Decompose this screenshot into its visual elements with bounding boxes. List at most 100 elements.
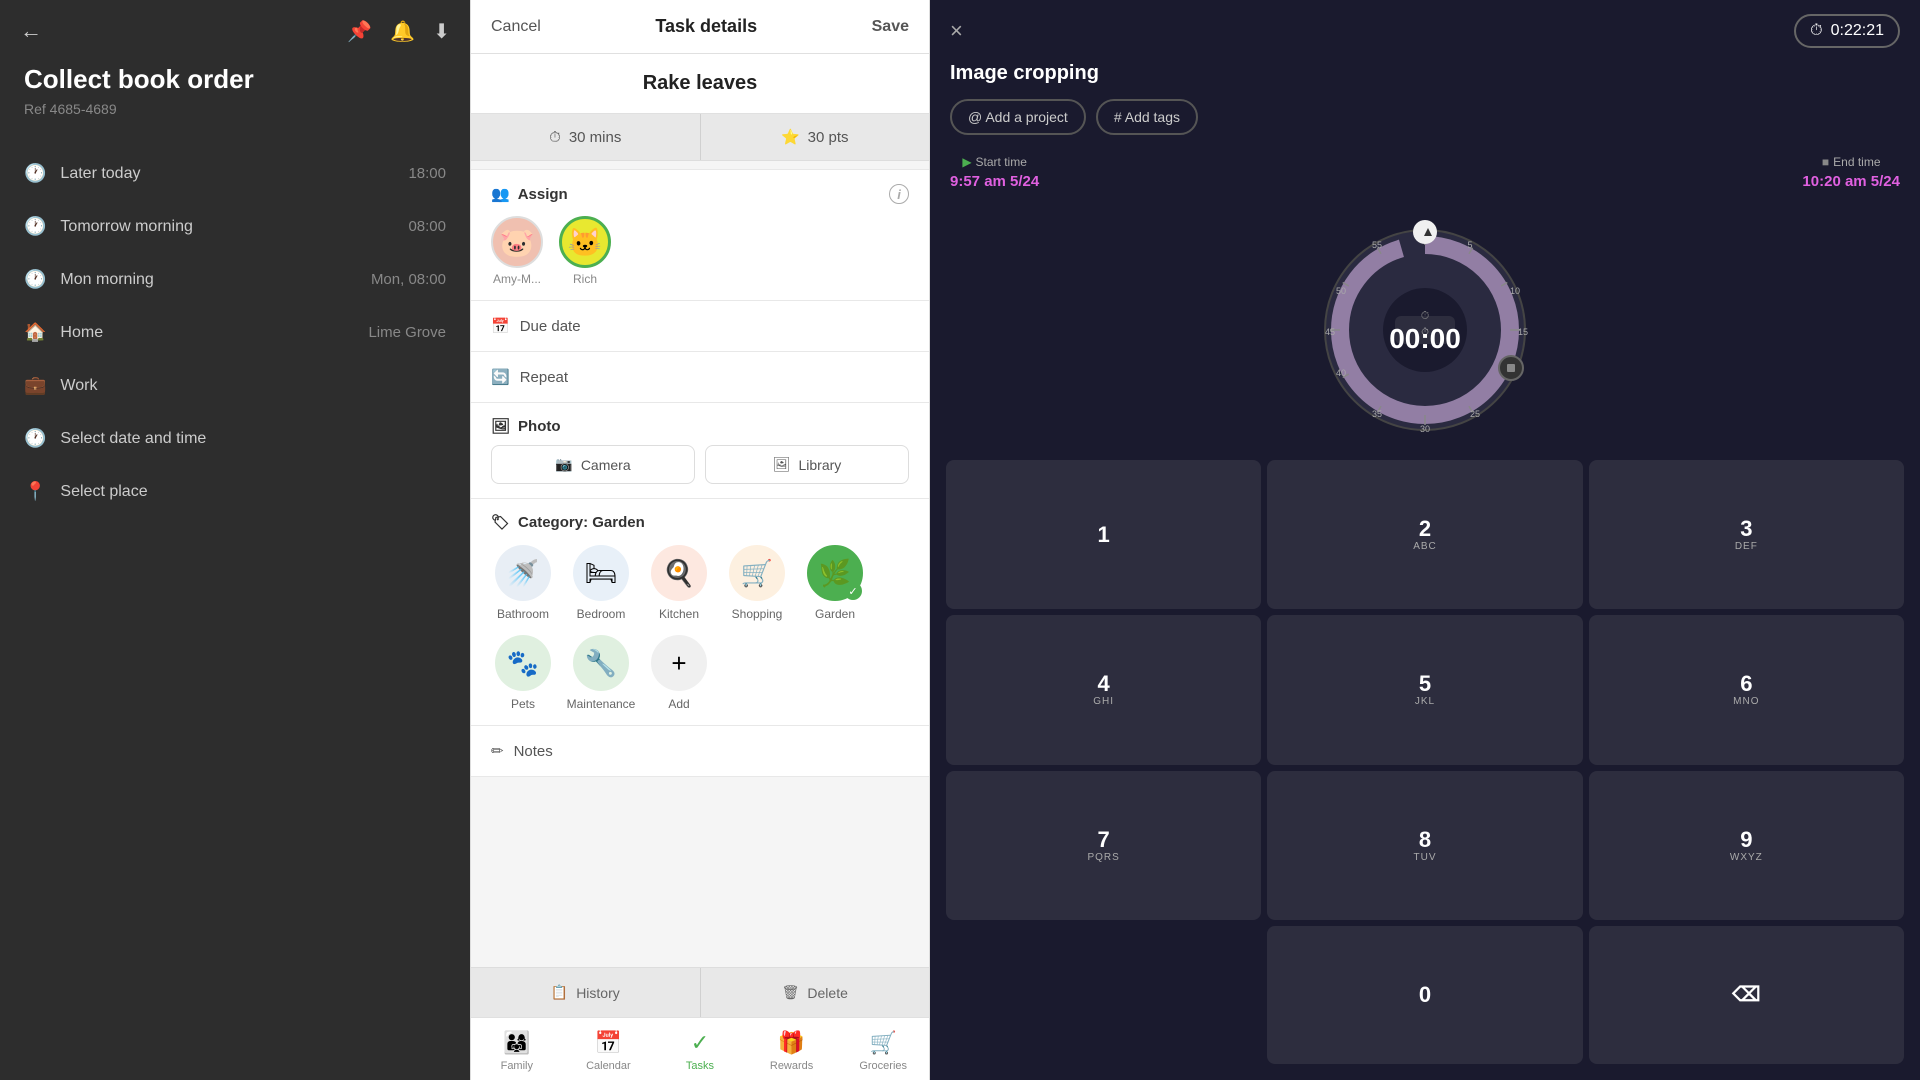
numpad-btn-9[interactable]: 9WXYZ bbox=[1589, 771, 1904, 920]
tag-row: @ Add a project # Add tags bbox=[930, 99, 1920, 155]
menu-item-select-date[interactable]: 🕐 Select date and time bbox=[0, 412, 470, 465]
category-item-add[interactable]: +Add bbox=[647, 635, 711, 711]
menu-icon-later-today: 🕐 bbox=[24, 163, 46, 184]
cancel-button[interactable]: Cancel bbox=[491, 18, 541, 36]
menu-item-left: 📍 Select place bbox=[24, 481, 148, 502]
numpad-btn-5[interactable]: 5JKL bbox=[1267, 615, 1582, 764]
menu-label-mon-morning: Mon morning bbox=[60, 271, 153, 289]
numpad-btn-2[interactable]: 2ABC bbox=[1267, 460, 1582, 609]
numpad-btn-1[interactable]: 1 bbox=[946, 460, 1261, 609]
back-button[interactable]: ← bbox=[20, 18, 42, 44]
category-item-bedroom[interactable]: 🛏Bedroom bbox=[569, 545, 633, 621]
svg-text:10: 10 bbox=[1510, 286, 1520, 296]
menu-label-tomorrow-morning: Tomorrow morning bbox=[60, 218, 192, 236]
duration-button[interactable]: ⏱ 30 mins bbox=[471, 114, 701, 160]
svg-text:25: 25 bbox=[1470, 409, 1480, 419]
delete-icon: 🗑 bbox=[782, 984, 800, 1001]
svg-text:5: 5 bbox=[1467, 240, 1472, 250]
bottom-actions: 📋 History 🗑 Delete bbox=[471, 967, 929, 1017]
close-button[interactable]: × bbox=[950, 18, 963, 44]
avatar-rich-label: Rich bbox=[573, 272, 597, 286]
nav-item-tasks[interactable]: ✓ Tasks bbox=[654, 1026, 746, 1076]
numpad-btn-8[interactable]: 8TUV bbox=[1267, 771, 1582, 920]
category-item-bathroom[interactable]: 🚿Bathroom bbox=[491, 545, 555, 621]
numpad-backspace-button[interactable]: ⌫ bbox=[1589, 926, 1904, 1064]
delete-button[interactable]: 🗑 Delete bbox=[701, 968, 930, 1017]
pin-icon[interactable]: 📌 bbox=[347, 19, 372, 44]
category-item-shopping[interactable]: 🛒Shopping bbox=[725, 545, 789, 621]
category-title: 🏷 Category: Garden bbox=[491, 513, 909, 531]
right-title: Image cropping bbox=[930, 62, 1920, 99]
nav-item-groceries[interactable]: 🛒 Groceries bbox=[837, 1026, 929, 1076]
menu-item-home[interactable]: 🏠 Home Lime Grove bbox=[0, 306, 470, 359]
category-item-maintenance[interactable]: 🔧Maintenance bbox=[569, 635, 633, 711]
task-ref: Ref 4685-4689 bbox=[24, 101, 446, 117]
numpad-btn-7[interactable]: 7PQRS bbox=[946, 771, 1261, 920]
menu-item-left: 💼 Work bbox=[24, 375, 97, 396]
right-panel: × ⏱ 0:22:21 Image cropping @ Add a proje… bbox=[930, 0, 1920, 1080]
cat-icon-garden: 🌿 bbox=[807, 545, 863, 601]
category-item-pets[interactable]: 🐾Pets bbox=[491, 635, 555, 711]
numpad-btn-6[interactable]: 6MNO bbox=[1589, 615, 1904, 764]
cat-label-maintenance: Maintenance bbox=[567, 697, 636, 711]
task-name: Rake leaves bbox=[471, 54, 929, 114]
due-date-label: Due date bbox=[520, 318, 581, 335]
bell-icon[interactable]: 🔔 bbox=[390, 19, 415, 44]
numpad-btn-empty bbox=[946, 926, 1261, 1064]
bottom-nav: 👨‍👩‍👧 Family 📅 Calendar ✓ Tasks 🎁 Reward… bbox=[471, 1017, 929, 1080]
menu-item-mon-morning[interactable]: 🕐 Mon morning Mon, 08:00 bbox=[0, 253, 470, 306]
library-button[interactable]: 🖼 Library bbox=[705, 445, 909, 484]
task-title: Collect book order bbox=[24, 64, 446, 95]
menu-label-work: Work bbox=[60, 377, 97, 395]
duration-label: 30 mins bbox=[569, 129, 622, 146]
assign-title: 👥 Assign bbox=[491, 185, 568, 203]
menu-item-later-today[interactable]: 🕐 Later today 18:00 bbox=[0, 147, 470, 200]
menu-icon-select-place: 📍 bbox=[24, 481, 46, 502]
camera-button[interactable]: 📷 Camera bbox=[491, 445, 695, 484]
assign-help-icon[interactable]: i bbox=[889, 184, 909, 204]
avatar-amy-label: Amy-M... bbox=[493, 272, 541, 286]
cat-label-kitchen: Kitchen bbox=[659, 607, 699, 621]
category-item-garden[interactable]: 🌿Garden bbox=[803, 545, 867, 621]
save-button[interactable]: Save bbox=[872, 18, 909, 36]
menu-icon-mon-morning: 🕐 bbox=[24, 269, 46, 290]
start-icon: ▶ bbox=[962, 155, 971, 169]
menu-item-select-place[interactable]: 📍 Select place bbox=[0, 465, 470, 518]
nav-label-tasks: Tasks bbox=[686, 1060, 714, 1072]
nav-label-groceries: Groceries bbox=[859, 1060, 907, 1072]
category-grid: 🚿Bathroom🛏Bedroom 🍳 Kitchen 🛒Shopping🌿Garde… bbox=[491, 545, 909, 711]
clock-container: 60 5 10 15 20 25 30 35 40 45 50 55 ⏱ ⏱ bbox=[930, 200, 1920, 450]
notes-section[interactable]: ✏ Notes bbox=[471, 726, 929, 777]
category-item-kitchen[interactable]: 🍳 Kitchen bbox=[647, 545, 711, 621]
left-header-icons: 📌 🔔 ⬇ bbox=[347, 19, 450, 44]
notes-icon: ✏ bbox=[491, 742, 504, 760]
svg-text:40: 40 bbox=[1336, 368, 1346, 378]
assign-header: 👥 Assign i bbox=[491, 184, 909, 204]
add-tags-button[interactable]: # Add tags bbox=[1096, 99, 1198, 135]
numpad-btn-0[interactable]: 0 bbox=[1267, 926, 1582, 1064]
menu-value-home: Lime Grove bbox=[368, 324, 446, 341]
points-button[interactable]: ⭐ 30 pts bbox=[701, 114, 930, 160]
numpad-btn-4[interactable]: 4GHI bbox=[946, 615, 1261, 764]
menu-value-later-today: 18:00 bbox=[408, 165, 446, 182]
nav-item-calendar[interactable]: 📅 Calendar bbox=[563, 1026, 655, 1076]
due-date-section[interactable]: 📅 Due date bbox=[471, 301, 929, 352]
add-project-button[interactable]: @ Add a project bbox=[950, 99, 1086, 135]
download-icon[interactable]: ⬇ bbox=[433, 19, 450, 44]
assign-avatars: 🐷 Amy-M... 🐱 Rich bbox=[491, 216, 909, 286]
cat-icon-add: + bbox=[651, 635, 707, 691]
nav-item-rewards[interactable]: 🎁 Rewards bbox=[746, 1026, 838, 1076]
numpad-btn-3[interactable]: 3DEF bbox=[1589, 460, 1904, 609]
menu-icon-home: 🏠 bbox=[24, 322, 46, 343]
history-button[interactable]: 📋 History bbox=[471, 968, 701, 1017]
repeat-section[interactable]: 🔄 Repeat bbox=[471, 352, 929, 403]
notes-label: Notes bbox=[514, 743, 553, 760]
avatar-amy[interactable]: 🐷 Amy-M... bbox=[491, 216, 543, 286]
start-time-label: ▶ Start time bbox=[962, 155, 1027, 169]
avatar-rich[interactable]: 🐱 Rich bbox=[559, 216, 611, 286]
menu-item-tomorrow-morning[interactable]: 🕐 Tomorrow morning 08:00 bbox=[0, 200, 470, 253]
menu-item-work[interactable]: 💼 Work bbox=[0, 359, 470, 412]
nav-icon-rewards: 🎁 bbox=[778, 1030, 805, 1056]
cat-icon-kitchen: 🍳 bbox=[651, 545, 707, 601]
nav-item-family[interactable]: 👨‍👩‍👧 Family bbox=[471, 1026, 563, 1076]
